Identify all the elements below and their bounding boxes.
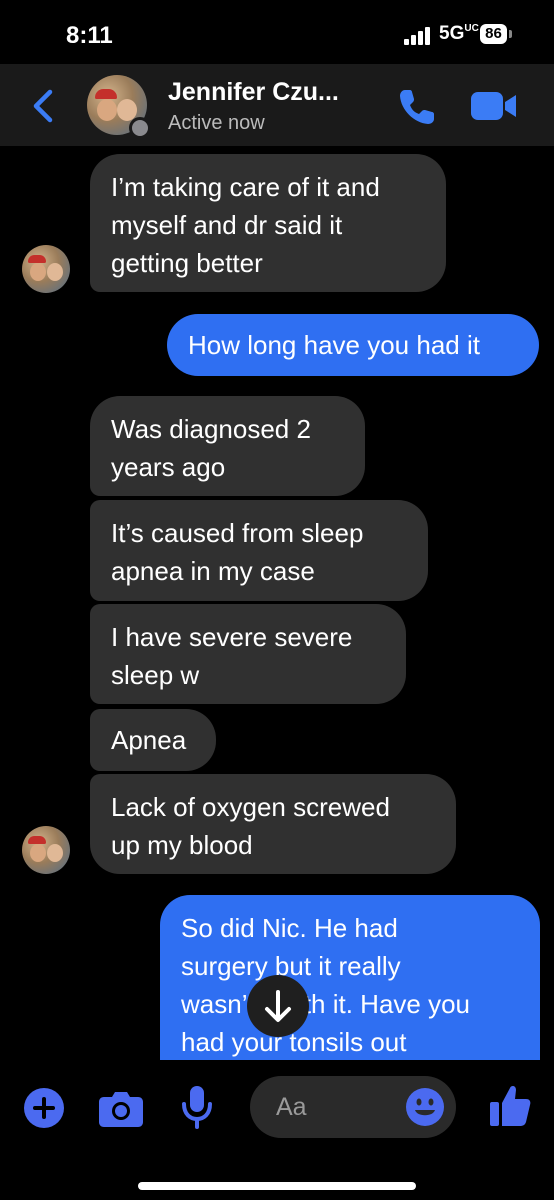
message-bubble-incoming[interactable]: I have severe severe sleep w [90, 604, 406, 704]
microphone-icon[interactable] [180, 1084, 214, 1130]
message-bubble-incoming[interactable]: Lack of oxygen screwed up my blood [90, 774, 456, 874]
network-label: 5GUC [439, 23, 479, 45]
video-camera-icon[interactable] [470, 90, 518, 122]
emoji-icon[interactable] [405, 1087, 445, 1127]
network-type: 5G [439, 23, 465, 44]
message-input[interactable] [276, 1076, 396, 1138]
cellular-signal-icon [404, 27, 434, 45]
plus-icon[interactable] [24, 1088, 64, 1128]
contact-name[interactable]: Jennifer Czu... [168, 78, 339, 107]
battery-indicator: 86 [480, 24, 507, 44]
message-bubble-incoming[interactable]: Was diagnosed 2 years ago [90, 396, 365, 496]
phone-icon[interactable] [396, 86, 438, 128]
back-icon[interactable] [28, 86, 62, 126]
contact-avatar-small[interactable] [22, 826, 70, 874]
message-bubble-outgoing[interactable]: How long have you had it [167, 314, 539, 376]
presence-indicator [129, 117, 151, 139]
message-bubble-incoming[interactable]: Apnea [90, 709, 216, 771]
scroll-to-bottom-button[interactable] [247, 975, 309, 1037]
home-indicator [138, 1182, 416, 1190]
message-bubble-incoming[interactable]: I’m taking care of it and myself and dr … [90, 154, 446, 292]
battery-tip [509, 30, 512, 38]
contact-active-status: Active now [168, 112, 265, 134]
status-time: 8:11 [66, 22, 113, 49]
camera-icon[interactable] [98, 1087, 144, 1129]
plus-glyph [33, 1097, 55, 1119]
message-bubble-incoming[interactable]: It’s caused from sleep apnea in my case [90, 500, 428, 601]
network-suffix: UC [464, 23, 479, 34]
message-bubble-outgoing[interactable]: So did Nic. He had surgery but it really… [160, 895, 540, 1070]
contact-avatar-small[interactable] [22, 245, 70, 293]
thumbs-up-icon[interactable] [488, 1082, 532, 1128]
arrow-down-icon [265, 990, 291, 1022]
